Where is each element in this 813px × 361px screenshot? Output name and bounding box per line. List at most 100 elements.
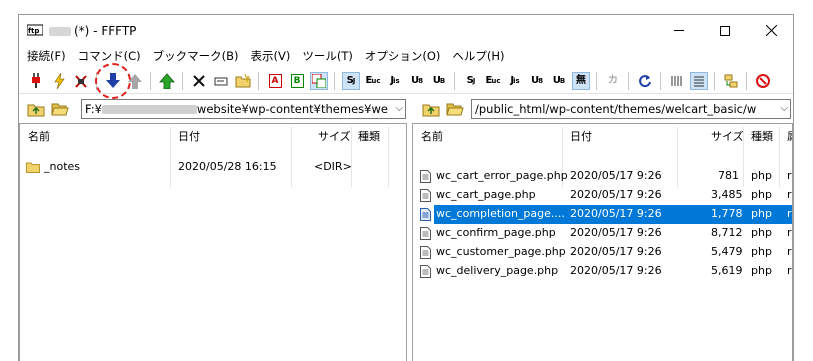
table-row[interactable]: wc_cart_error_page.php 2020/05/17 9:26 7… (413, 167, 792, 186)
remote-file-list[interactable]: 名前 日付 サイズ 種類 属 wc_cart_error_page.php 20… (412, 123, 793, 361)
file-icon (420, 208, 431, 221)
delete-button[interactable] (190, 72, 208, 90)
quick-connect-button[interactable] (50, 72, 68, 90)
menu-help[interactable]: ヘルプ(H) (446, 48, 510, 64)
new-folder-button[interactable] (234, 72, 252, 90)
disconnect-button[interactable] (72, 72, 90, 90)
kanji-euc-button[interactable]: Euc (364, 72, 382, 90)
column-name[interactable]: 名前 (28, 128, 50, 146)
kana-conversion-button[interactable]: カ (604, 72, 622, 90)
ascii-mode-icon: A (268, 74, 282, 88)
download-button[interactable] (104, 72, 122, 90)
svg-text:ftp: ftp (28, 27, 39, 35)
rename-button[interactable] (212, 72, 230, 90)
file-icon (420, 189, 431, 202)
remote-utf8-bom-icon: U (552, 75, 561, 86)
maximize-button[interactable] (702, 15, 748, 46)
detail-view-icon (694, 76, 704, 87)
local-path-input[interactable]: F:¥ website¥wp-content¥themes¥we ⌵ (81, 99, 406, 119)
folder-icon (26, 162, 40, 173)
maximize-icon (720, 25, 730, 36)
remote-kanji-euc-button[interactable]: Euc (484, 72, 502, 90)
column-size[interactable]: サイズ (711, 128, 744, 146)
no-conversion-button[interactable]: 無 (572, 72, 590, 90)
remote-kanji-sjis-button[interactable]: SJ (462, 72, 480, 90)
local-file-list[interactable]: 名前 日付 サイズ 種類 _notes 2020/05/28 16:15 <DI… (19, 123, 407, 361)
sync-folders-icon (724, 74, 738, 88)
rename-icon (214, 77, 228, 86)
kanji-sjis-button[interactable]: SJ (342, 72, 360, 90)
remote-utf8-icon: U (531, 75, 539, 86)
kanji-utf8-button[interactable]: U8 (408, 72, 426, 90)
abort-button[interactable] (754, 72, 772, 90)
table-row[interactable]: wc_confirm_page.php 2020/05/17 9:26 8,71… (413, 224, 792, 243)
column-name[interactable]: 名前 (421, 128, 443, 146)
ffftp-window: ftp (*) - FFFTP 接続(F) コマンド(C) ブックマーク(B) … (18, 14, 794, 361)
table-row[interactable]: wc_customer_page.php 2020/05/17 9:26 5,4… (413, 243, 792, 262)
remote-kanji-jis-button[interactable]: Jis (506, 72, 524, 90)
menu-view[interactable]: 表示(V) (244, 48, 296, 64)
column-date[interactable]: 日付 (570, 128, 592, 146)
close-button[interactable] (748, 15, 794, 46)
toolbar: A B SJ Euc Jis U8 UB SJ Euc Jis U8 UB 無 … (19, 68, 793, 94)
chevron-down-icon[interactable]: ⌵ (395, 103, 403, 114)
column-size[interactable]: サイズ (318, 128, 351, 146)
local-path-bar: F:¥ website¥wp-content¥themes¥we ⌵ (19, 98, 406, 120)
window-title: (*) - FFFTP (49, 24, 136, 38)
remote-kanji-utf8bom-button[interactable]: UB (550, 72, 568, 90)
remote-open-folder-icon[interactable] (446, 101, 464, 117)
local-parent-folder-icon[interactable] (27, 101, 45, 117)
lightning-icon (54, 73, 65, 89)
remote-path-bar: /public_html/wp-content/themes/welcart_b… (414, 98, 793, 120)
upload-button[interactable] (126, 72, 144, 90)
new-folder-icon (235, 74, 251, 88)
binary-mode-icon: B (290, 74, 304, 88)
table-row-selected[interactable]: wc_completion_page.... 2020/05/17 9:26 1… (413, 205, 792, 224)
utf8-bom-icon: U (432, 75, 441, 86)
remote-path-input[interactable]: /public_html/wp-content/themes/welcart_b… (471, 99, 791, 119)
file-icon (420, 246, 431, 259)
column-attributes[interactable]: 属 (787, 128, 792, 146)
remote-parent-folder-icon[interactable] (422, 101, 440, 117)
green-up-arrow-icon (159, 73, 175, 89)
menu-bar: 接続(F) コマンド(C) ブックマーク(B) 表示(V) ツール(T) オプシ… (19, 46, 793, 66)
table-row[interactable]: wc_cart_page.php 2020/05/17 9:26 3,485 p… (413, 186, 792, 205)
remote-kanji-utf8-button[interactable]: U8 (528, 72, 546, 90)
auto-mode-button[interactable] (310, 72, 328, 90)
file-icon (420, 170, 431, 183)
upload-arrow-icon (128, 74, 142, 89)
menu-bookmark[interactable]: ブックマーク(B) (147, 48, 245, 64)
list-item[interactable]: _notes 2020/05/28 16:15 <DIR> (20, 158, 406, 177)
delete-x-icon (193, 75, 205, 87)
list-view-button[interactable] (668, 72, 686, 90)
ascii-mode-button[interactable]: A (266, 72, 284, 90)
list-view-icon (671, 76, 682, 86)
local-open-folder-icon[interactable] (51, 101, 69, 117)
connect-button[interactable] (27, 72, 45, 90)
disconnect-icon (75, 75, 87, 88)
column-date[interactable]: 日付 (178, 128, 200, 146)
kanji-jis-button[interactable]: Jis (386, 72, 404, 90)
refresh-button[interactable] (636, 72, 654, 90)
plug-icon (32, 73, 40, 88)
mirror-upload-button[interactable] (158, 72, 176, 90)
table-row[interactable]: wc_delivery_page.php 2020/05/17 9:26 5,6… (413, 262, 792, 281)
column-type[interactable]: 種類 (751, 128, 773, 146)
ffftp-app-icon: ftp (27, 24, 43, 36)
file-icon (420, 265, 431, 278)
detail-view-button[interactable] (690, 72, 708, 90)
menu-connect[interactable]: 接続(F) (21, 48, 72, 64)
column-type[interactable]: 種類 (358, 128, 380, 146)
refresh-icon (639, 75, 651, 88)
chevron-down-icon[interactable]: ⌵ (780, 103, 788, 114)
menu-command[interactable]: コマンド(C) (72, 48, 147, 64)
sync-browse-button[interactable] (722, 72, 740, 90)
binary-mode-button[interactable]: B (288, 72, 306, 90)
menu-tools[interactable]: ツール(T) (296, 48, 359, 64)
minimize-icon (674, 30, 684, 31)
minimize-button[interactable] (656, 15, 702, 46)
blurred-path-segment (101, 105, 197, 114)
kanji-utf8bom-button[interactable]: UB (430, 72, 448, 90)
kana-icon: カ (608, 75, 618, 86)
menu-options[interactable]: オプション(O) (359, 48, 447, 64)
